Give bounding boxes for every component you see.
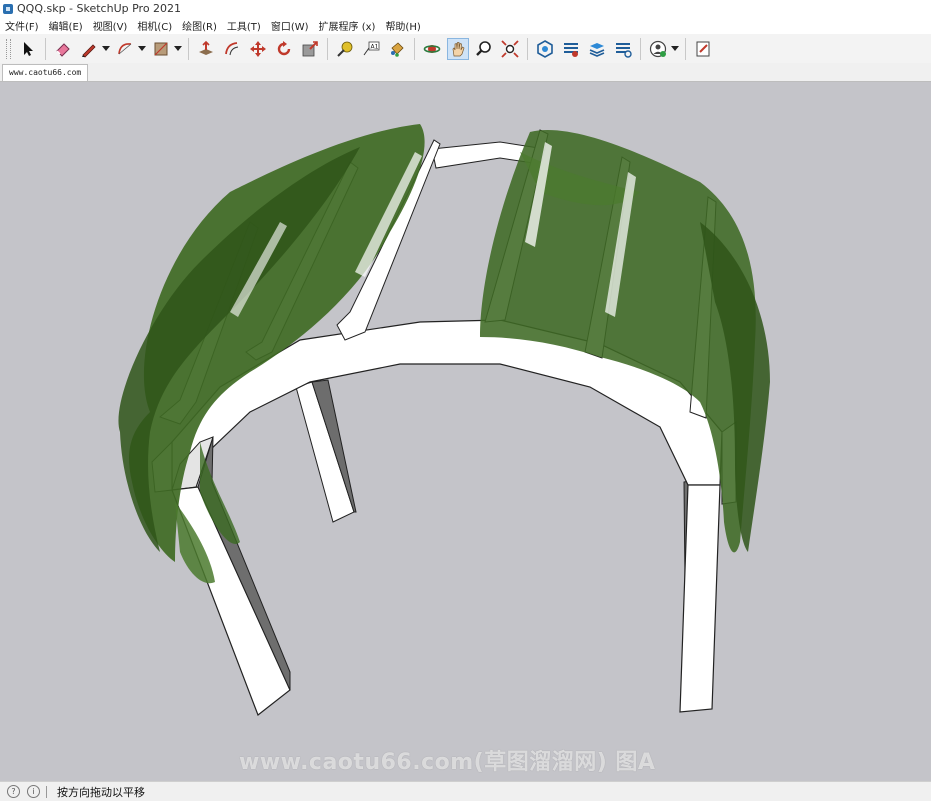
menu-tools[interactable]: 工具(T): [222, 18, 266, 33]
scale-icon[interactable]: [299, 38, 321, 60]
rotate-icon[interactable]: [273, 38, 295, 60]
model-viewport[interactable]: [0, 82, 931, 781]
main-toolbar: A1: [0, 34, 931, 64]
menu-bar: 文件(F) 编辑(E) 视图(V) 相机(C) 绘图(R) 工具(T) 窗口(W…: [0, 17, 931, 34]
extension-warehouse-icon[interactable]: [560, 38, 582, 60]
account-icon[interactable]: [647, 38, 669, 60]
arc-dropdown[interactable]: [138, 38, 146, 60]
pencil-dropdown[interactable]: [102, 38, 110, 60]
select-arrow-icon[interactable]: [17, 38, 39, 60]
watermark-text: www.caotu66.com(草图溜溜网) 图A: [239, 750, 656, 775]
menu-draw[interactable]: 绘图(R): [177, 18, 222, 33]
toolbar-separator: [327, 37, 328, 60]
paint-bucket-icon[interactable]: [386, 38, 408, 60]
move-icon[interactable]: [247, 38, 269, 60]
toolbar-separator: [527, 37, 528, 60]
scene-tab-bar: www.caotu66.com: [0, 63, 931, 82]
toolbar-separator: [45, 37, 46, 60]
menu-view[interactable]: 视图(V): [88, 18, 133, 33]
geo-location-icon[interactable]: ?: [7, 785, 20, 798]
status-text: 按方向拖动以平移: [57, 785, 145, 799]
text-label-icon[interactable]: A1: [360, 38, 382, 60]
offset-icon[interactable]: [221, 38, 243, 60]
send-to-layout-icon[interactable]: [692, 38, 714, 60]
zoom-icon[interactable]: [473, 38, 495, 60]
toolbar-separator: [640, 37, 641, 60]
toolbar-grip[interactable]: [6, 38, 11, 59]
toolbar-separator: [685, 37, 686, 60]
menu-camera[interactable]: 相机(C): [132, 18, 177, 33]
window-title: QQQ.skp - SketchUp Pro 2021: [17, 2, 182, 15]
orbit-icon[interactable]: [421, 38, 443, 60]
menu-extensions[interactable]: 扩展程序 (x): [314, 18, 381, 33]
status-separator: [46, 785, 47, 798]
warehouse-icon[interactable]: [534, 38, 556, 60]
scene-tab[interactable]: www.caotu66.com: [2, 64, 89, 81]
rectangle-icon[interactable]: [150, 38, 172, 60]
push-pull-icon[interactable]: [195, 38, 217, 60]
pergola-model: [0, 82, 931, 781]
toolbar-separator: [188, 37, 189, 60]
extension-manager-icon[interactable]: [612, 38, 634, 60]
pencil-line-icon[interactable]: [78, 38, 100, 60]
layout-icon[interactable]: [586, 38, 608, 60]
sketchup-logo-icon: [3, 3, 13, 14]
rectangle-dropdown[interactable]: [174, 38, 182, 60]
menu-edit[interactable]: 编辑(E): [44, 18, 88, 33]
status-bar: ? i 按方向拖动以平移: [0, 781, 931, 801]
info-icon[interactable]: i: [27, 785, 40, 798]
svg-text:A1: A1: [371, 43, 379, 50]
toolbar-separator: [414, 37, 415, 60]
arc-icon[interactable]: [114, 38, 136, 60]
menu-help[interactable]: 帮助(H): [380, 18, 425, 33]
eraser-icon[interactable]: [52, 38, 74, 60]
pan-hand-icon[interactable]: [447, 37, 469, 60]
tape-measure-icon[interactable]: [334, 38, 356, 60]
zoom-extents-icon[interactable]: [499, 38, 521, 60]
menu-window[interactable]: 窗口(W): [266, 18, 314, 33]
title-bar: QQQ.skp - SketchUp Pro 2021: [0, 0, 931, 17]
menu-file[interactable]: 文件(F): [0, 18, 44, 33]
account-dropdown[interactable]: [671, 38, 679, 60]
